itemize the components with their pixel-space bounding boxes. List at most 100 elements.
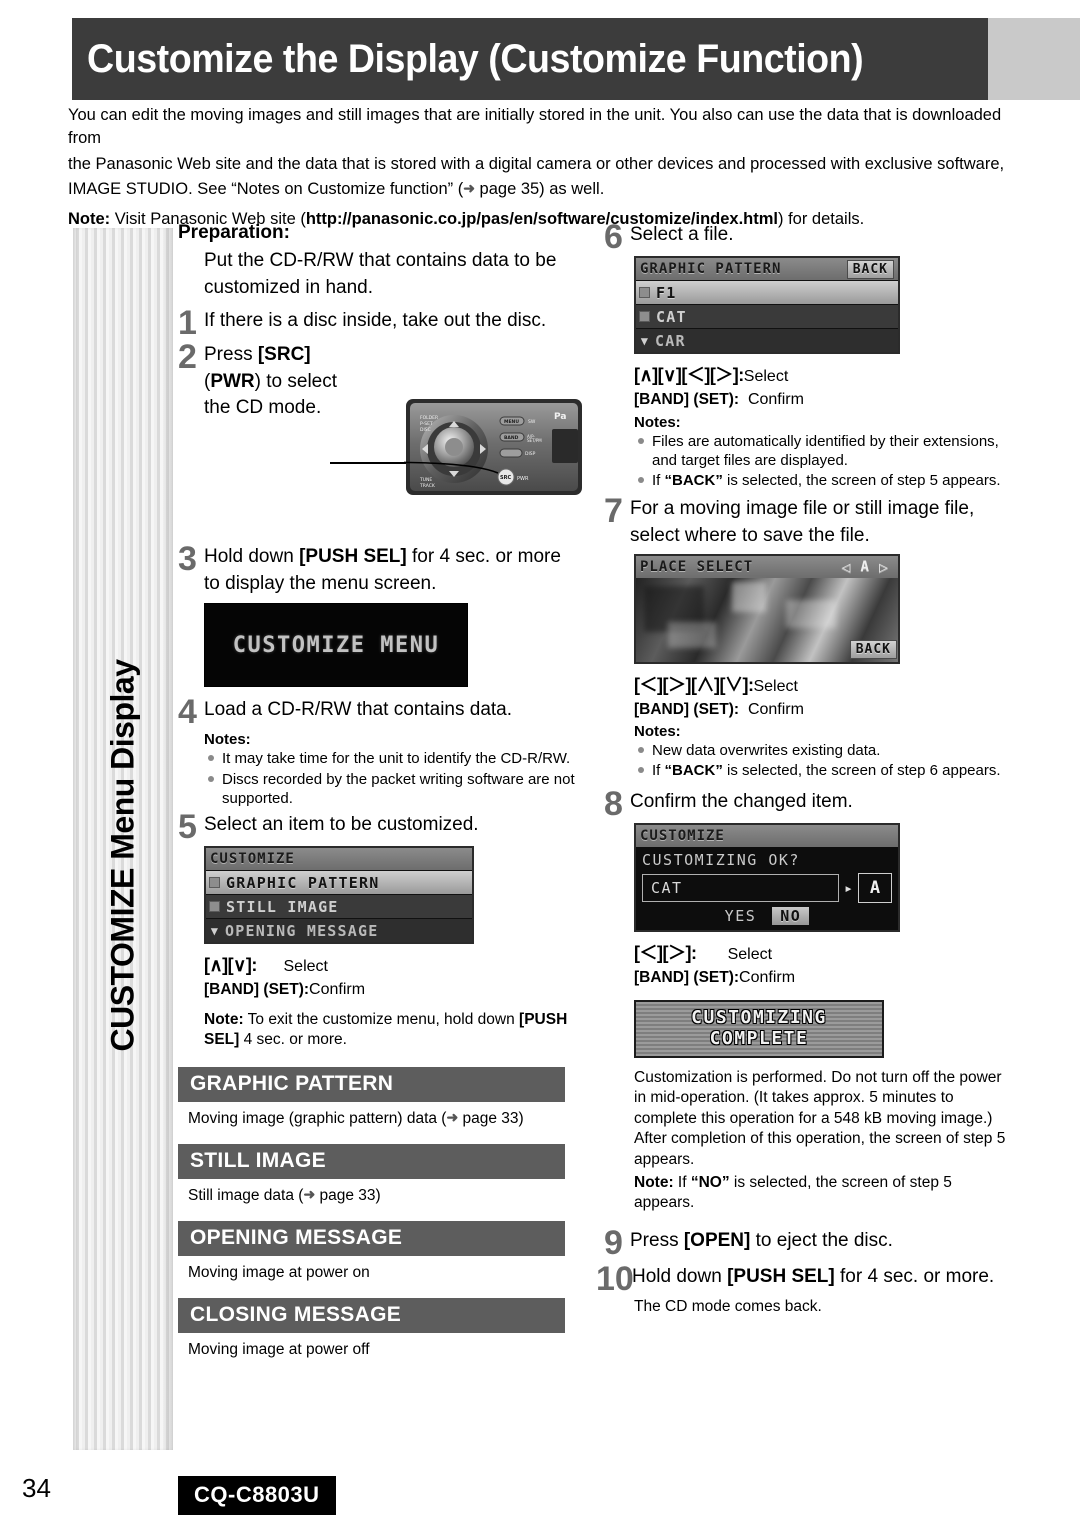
lcd-no-button[interactable]: NO <box>772 906 810 925</box>
lcd-graphic-pattern-title: GRAPHIC PATTERN BACK <box>636 258 898 281</box>
lcd-place-select-title-text: PLACE SELECT <box>640 558 754 575</box>
lcd-row-still-image[interactable]: STILL IMAGE <box>206 894 472 919</box>
step-4-note-2: Discs recorded by the packet writing sof… <box>208 770 578 808</box>
lcd-confirm-dialog: CUSTOMIZE CUSTOMIZING OK? CAT ▸ A YES NO <box>634 822 900 932</box>
step-10-number: 10 <box>596 1259 634 1298</box>
step-5-note-label: Note: <box>204 1010 244 1028</box>
svg-text:DISP: DISP <box>525 451 536 457</box>
lcd-file-row-f1[interactable]: F1 <box>636 280 898 305</box>
car-stereo-unit-photo: FOLDER P-SET DISC TUNE TRACK MENU SW BAN… <box>353 393 584 503</box>
lcd-yes-button[interactable]: YES <box>725 907 757 925</box>
lcd-graphic-pattern-browser: GRAPHIC PATTERN BACK F1 CAT ▼ CAR <box>634 256 900 355</box>
arrow-right-icon: ▸ <box>843 878 853 897</box>
step-6-notes-label: Notes: <box>634 413 681 431</box>
step-4-text: Load a CD-R/RW that contains data. <box>204 699 513 721</box>
step-6-note-2b: is selected, the screen of step 5 appear… <box>722 472 1001 490</box>
step-7-notes-list: New data overwrites existing data. If “B… <box>604 741 1012 780</box>
svg-text:SRC: SRC <box>500 475 511 481</box>
lcd-row-graphic-pattern-label: GRAPHIC PATTERN <box>226 873 380 892</box>
step-5-note-a: To exit the customize menu, hold down <box>243 1010 520 1028</box>
step-10-text: Hold down [PUSH SEL] for 4 sec. or more. <box>632 1264 1012 1291</box>
step-4-note-1: It may take time for the unit to identif… <box>208 749 578 768</box>
step-7: 7 For a moving image file or still image… <box>604 494 1012 549</box>
step-1: 1 If there is a disc inside, take out th… <box>178 306 578 340</box>
step-8-key-select-keys: [＜][＞]: <box>634 942 697 963</box>
lcd-place-select-title: PLACE SELECT ◁ A ▷ <box>636 555 898 578</box>
lcd-file-row-cat[interactable]: CAT <box>636 304 898 329</box>
step-5-key-select: [∧][∨]: Select <box>204 952 578 978</box>
lcd-confirm-body: CUSTOMIZING OK? CAT ▸ A YES NO <box>636 846 898 930</box>
step-4-number: 4 <box>178 693 197 732</box>
step-3-text: Hold down [PUSH SEL] for 4 sec. or more … <box>204 544 578 597</box>
step-7-text: For a moving image file or still image f… <box>630 498 975 547</box>
step-5-note-b: 4 sec. or more. <box>239 1031 347 1049</box>
section-body-graphic-pattern: Moving image (graphic pattern) data (➜ p… <box>188 1109 578 1128</box>
lcd-back-button[interactable]: BACK <box>846 259 894 279</box>
intro-line-3a: IMAGE STUDIO. See “Notes on Customize fu… <box>68 180 464 199</box>
step-7-key-select-action: Select <box>753 677 798 695</box>
lcd-graphic-pattern-title-text: GRAPHIC PATTERN <box>640 261 782 278</box>
note-label: Note: <box>68 209 111 228</box>
step-5-number: 5 <box>178 807 197 846</box>
svg-text:Pa: Pa <box>554 412 566 422</box>
lcd-splash-text: CUSTOMIZE MENU <box>232 632 440 658</box>
step-6-key-confirm: [BAND] (SET): Confirm <box>634 388 1012 411</box>
step-7-note-1: New data overwrites existing data. <box>638 741 1012 760</box>
section-body-opening-message: Moving image at power on <box>188 1263 370 1281</box>
intro-line-1: You can edit the moving images and still… <box>68 106 1002 148</box>
step-7-key-select: [＜][＞][∧][∨]:Select <box>634 672 1012 698</box>
lcd-complete-line-2: COMPLETE <box>709 1027 809 1049</box>
list-bullet-icon <box>209 901 220 913</box>
step-5: 5 Select an item to be customized. <box>178 807 578 846</box>
step-8-key-confirm: [BAND] (SET):Confirm <box>634 966 1012 989</box>
step-6-text: Select a file. <box>630 224 734 245</box>
page-title: Customize the Display (Customize Functio… <box>87 36 864 81</box>
step-5-text: Select an item to be customized. <box>204 813 479 835</box>
lcd-complete-line-1: CUSTOMIZING <box>691 1007 827 1029</box>
step-10: 10 Hold down [PUSH SEL] for 4 sec. or mo… <box>596 1262 1012 1296</box>
section-1-body-a: Still image data ( <box>188 1186 304 1204</box>
lcd-confirm-question: CUSTOMIZING OK? <box>642 850 800 869</box>
step-7-key-confirm-keys: [BAND] (SET): <box>634 700 740 718</box>
step-6-key-select-keys: [∧][∨][＜][＞]: <box>634 365 744 386</box>
step-8-key-select: [＜][＞]: Select <box>634 940 1012 966</box>
lcd-confirm-row: CAT ▸ A <box>642 872 892 903</box>
lcd-file-row-car-label: CAR <box>655 331 686 350</box>
list-bullet-icon <box>639 311 650 323</box>
section-header-still-image: STILL IMAGE <box>178 1143 565 1179</box>
svg-text:SET/PM: SET/PM <box>527 438 542 443</box>
arrow-right-icon[interactable]: ▷ <box>879 558 889 576</box>
step-3-t1: Hold down <box>204 545 300 567</box>
lcd-preview-photo: BACK <box>636 577 898 662</box>
step-8: 8 Confirm the changed item. <box>604 787 1012 821</box>
lcd-file-row-car[interactable]: ▼ CAR <box>636 328 898 353</box>
lcd-back-button[interactable]: BACK <box>849 639 897 659</box>
preparation-body: Put the CD-R/RW that contains data to be… <box>204 250 557 298</box>
step-3: 3 Hold down [PUSH SEL] for 4 sec. or mor… <box>178 542 578 597</box>
back-keyword: “BACK” <box>664 472 723 490</box>
svg-text:DISC: DISC <box>420 427 431 433</box>
step-5-key-select-action: Select <box>283 958 328 976</box>
arrow-left-icon[interactable]: ◁ <box>842 558 852 576</box>
chevron-down-icon: ▼ <box>640 333 650 348</box>
step-8-note-a: If <box>673 1173 691 1191</box>
lcd-slot-letter: A <box>860 558 870 575</box>
section-header-graphic-pattern: GRAPHIC PATTERN <box>178 1066 565 1102</box>
lcd-row-opening-message[interactable]: ▼ OPENING MESSAGE <box>206 918 472 943</box>
step-2-t3: ) to select <box>254 370 338 392</box>
step-6: 6 Select a file. <box>604 220 1012 254</box>
step-6-note-2: If “BACK” is selected, the screen of ste… <box>638 471 1012 490</box>
svg-text:BAND: BAND <box>504 435 519 441</box>
step-7-key-confirm-action: Confirm <box>747 700 804 718</box>
step-9-number: 9 <box>604 1223 623 1262</box>
step-7-note-2b: is selected, the screen of step 6 appear… <box>722 762 1001 780</box>
section-header-closing-message: CLOSING MESSAGE <box>178 1297 565 1333</box>
lcd-customizing-complete-banner: CUSTOMIZING COMPLETE <box>634 999 884 1058</box>
step-6-notes-list: Files are automatically identified by th… <box>604 432 1012 491</box>
lcd-row-opening-message-label: OPENING MESSAGE <box>225 921 379 940</box>
list-bullet-icon <box>639 287 650 299</box>
lcd-row-graphic-pattern[interactable]: GRAPHIC PATTERN <box>206 870 472 895</box>
step-9-t2: to eject the disc. <box>750 1229 893 1251</box>
model-badge: CQ-C8803U <box>178 1476 336 1515</box>
step-9-t1: Press <box>630 1229 684 1251</box>
